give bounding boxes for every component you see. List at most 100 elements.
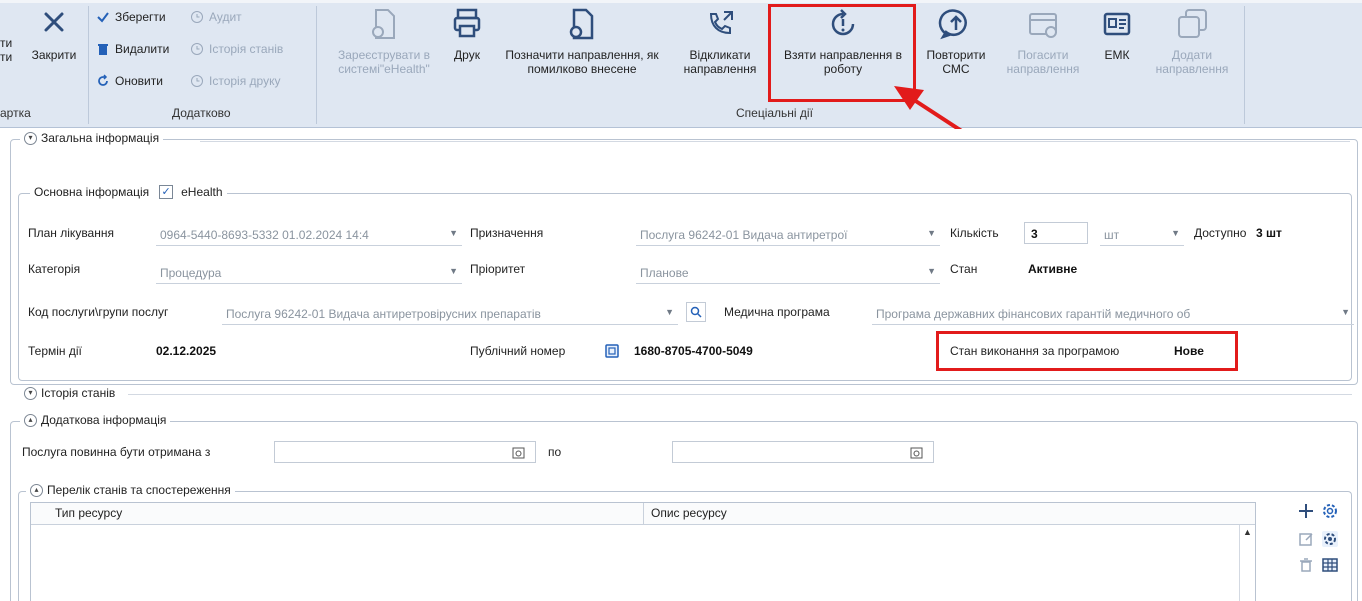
divider xyxy=(200,141,1350,142)
ehealth-checkbox[interactable]: ✓ xyxy=(159,185,174,199)
treatment-plan-select[interactable]: 0964-5440-8693-5332 01.02.2024 14:4 ▼ xyxy=(156,224,462,246)
emk-button[interactable]: ЕМК xyxy=(1092,6,1142,62)
priority-select[interactable]: Планове ▼ xyxy=(636,262,940,284)
medical-program-select[interactable]: Програма державних фінансових гарантій м… xyxy=(872,303,1354,325)
expand-icon[interactable]: ▴ xyxy=(30,483,43,497)
chevron-down-icon: ▼ xyxy=(927,228,936,238)
copy-icon xyxy=(1178,9,1207,38)
register-ehealth-label: Зареєструвати в системі"eHealth" xyxy=(338,48,430,76)
calendar-icon[interactable] xyxy=(910,446,923,459)
mark-erroneous-label: Позначити направлення, як помилково внес… xyxy=(505,48,659,76)
ribbon-partial-label-2: ти xyxy=(0,50,13,64)
referral-form: ▾ Загальна інформація Основна інформація… xyxy=(0,129,1362,601)
settings-button[interactable] xyxy=(1320,501,1340,521)
save-label: Зберегти xyxy=(115,10,166,24)
delete-button[interactable]: Видалити xyxy=(96,42,169,56)
basic-info-header: Основна інформація ✓ eHealth xyxy=(30,185,227,199)
repay-referral-button[interactable]: Погасити направлення xyxy=(998,6,1088,76)
basic-info-title: Основна інформація xyxy=(34,185,150,199)
edit-row-button[interactable] xyxy=(1296,529,1316,549)
chevron-down-icon: ▼ xyxy=(449,228,458,238)
delete-row-button[interactable] xyxy=(1296,555,1316,575)
available-label: Доступно xyxy=(1194,226,1247,240)
column-divider xyxy=(643,503,644,525)
purpose-select[interactable]: Послуга 96242-01 Видача антиретрої ▼ xyxy=(636,224,940,246)
to-label: по xyxy=(548,445,562,459)
document-add-icon xyxy=(372,9,395,39)
program-execution-label: Стан виконання за програмою xyxy=(950,344,1120,358)
quantity-input[interactable]: 3 xyxy=(1024,222,1088,244)
settings-alt-button[interactable] xyxy=(1320,529,1340,549)
public-number-label: Публічний номер xyxy=(470,344,566,358)
scroll-up-icon[interactable]: ▲ xyxy=(1243,527,1252,537)
chevron-down-icon: ▼ xyxy=(665,307,674,317)
phone-revoke-icon xyxy=(709,11,733,35)
gear-icon xyxy=(1322,531,1338,547)
purpose-label: Призначення xyxy=(470,226,544,240)
scrollbar[interactable]: ▲ xyxy=(1239,525,1255,601)
print-history-button[interactable]: Історія друку xyxy=(190,74,280,88)
states-title: Перелік станів та спостереження xyxy=(47,483,231,497)
available-value: 3 шт xyxy=(1256,226,1282,240)
state-history-button[interactable]: Історія станів xyxy=(190,42,283,56)
add-referral-label: Додати направлення xyxy=(1155,48,1229,76)
service-code-select[interactable]: Послуга 96242-01 Видача антиретровірусни… xyxy=(222,303,678,325)
copy-button[interactable] xyxy=(602,341,622,361)
expand-icon[interactable]: ▴ xyxy=(24,413,37,427)
state-history-header[interactable]: ▾ Історія станів xyxy=(20,386,120,400)
purpose-value: Послуга 96242-01 Видача антиретрої xyxy=(640,228,848,242)
calendar-icon[interactable] xyxy=(512,446,525,459)
service-from-date-input[interactable] xyxy=(274,441,536,463)
card-check-icon xyxy=(1029,13,1057,38)
revoke-referral-button[interactable]: Відкликати направлення xyxy=(676,6,764,76)
additional-group-label: Додатково xyxy=(172,106,231,120)
service-to-date-input[interactable] xyxy=(672,441,934,463)
print-button[interactable]: Друк xyxy=(446,6,488,62)
state-label: Стан xyxy=(950,262,978,276)
states-header[interactable]: ▴ Перелік станів та спостереження xyxy=(26,483,235,497)
clock-icon xyxy=(191,11,203,23)
clock-icon xyxy=(191,75,203,87)
additional-info-header[interactable]: ▴ Додаткова інформація xyxy=(20,413,171,427)
general-info-header[interactable]: ▾ Загальна інформація xyxy=(20,131,164,145)
table-header: Тип ресурсу Опис ресурсу xyxy=(31,503,1255,525)
refresh-icon xyxy=(98,74,108,86)
chevron-down-icon: ▼ xyxy=(1341,307,1350,317)
card-group-label: артка xyxy=(0,106,31,120)
trash-icon xyxy=(1300,558,1312,572)
register-ehealth-button[interactable]: Зареєструвати в системі"eHealth" xyxy=(322,6,446,76)
general-info-title: Загальна інформація xyxy=(41,131,160,145)
collapse-icon[interactable]: ▾ xyxy=(24,131,37,145)
search-icon xyxy=(690,306,702,318)
treatment-plan-value: 0964-5440-8693-5332 01.02.2024 14:4 xyxy=(160,228,369,242)
add-row-button[interactable] xyxy=(1296,501,1316,521)
add-referral-button[interactable]: Додати направлення xyxy=(1146,6,1238,76)
state-history-label: Історія станів xyxy=(209,42,284,56)
service-code-value: Послуга 96242-01 Видача антиретровірусни… xyxy=(226,307,541,321)
collapse-icon[interactable]: ▾ xyxy=(24,386,37,400)
unit-select[interactable]: шт ▼ xyxy=(1100,224,1184,246)
category-select[interactable]: Процедура ▼ xyxy=(156,262,462,284)
public-number-value: 1680-8705-4700-5049 xyxy=(634,344,753,358)
chevron-down-icon: ▼ xyxy=(1171,228,1180,238)
group-separator xyxy=(316,6,317,124)
close-button[interactable]: Закрити xyxy=(22,6,86,62)
repay-referral-label: Погасити направлення xyxy=(1006,48,1080,76)
mark-erroneous-button[interactable]: Позначити направлення, як помилково внес… xyxy=(490,6,674,76)
refresh-button[interactable]: Оновити xyxy=(96,74,163,88)
export-table-button[interactable] xyxy=(1320,555,1340,575)
validity-label: Термін дії xyxy=(28,344,82,358)
print-history-label: Історія друку xyxy=(209,74,281,88)
save-button[interactable]: Зберегти xyxy=(96,10,166,24)
column-resource-type[interactable]: Тип ресурсу xyxy=(55,506,122,520)
clock-icon xyxy=(191,43,203,55)
states-table: Тип ресурсу Опис ресурсу ▲ xyxy=(30,502,1256,601)
close-icon xyxy=(44,12,64,32)
search-button[interactable] xyxy=(686,302,706,322)
repeat-sms-button[interactable]: Повторити СМС xyxy=(916,6,996,76)
column-resource-description[interactable]: Опис ресурсу xyxy=(651,506,727,520)
emk-label: ЕМК xyxy=(1104,48,1130,62)
state-value: Активне xyxy=(1028,262,1078,276)
print-label: Друк xyxy=(454,48,480,62)
audit-button[interactable]: Аудит xyxy=(190,10,242,24)
